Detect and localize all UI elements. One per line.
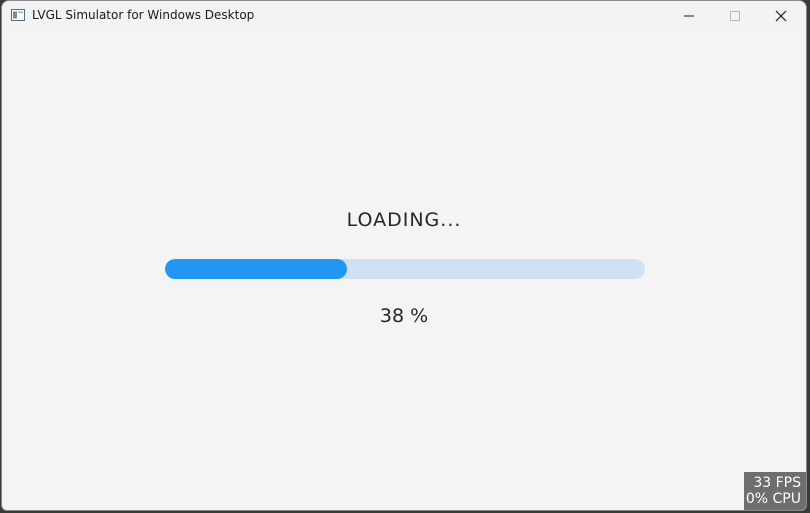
loading-heading: LOADING... bbox=[346, 209, 462, 231]
maximize-icon bbox=[730, 10, 740, 21]
close-icon bbox=[775, 10, 787, 21]
title-bar[interactable]: LVGL Simulator for Windows Desktop bbox=[2, 1, 806, 30]
progress-bar bbox=[165, 259, 645, 279]
progress-bar-fill bbox=[165, 259, 347, 279]
app-window-icon bbox=[11, 9, 25, 21]
lvgl-screen: LOADING... 38 % 33 FPS 0% CPU bbox=[2, 30, 806, 510]
maximize-button[interactable] bbox=[712, 1, 758, 30]
simulator-window: LVGL Simulator for Windows Desktop LOADI… bbox=[1, 0, 807, 511]
cpu-readout: 0% CPU bbox=[745, 491, 801, 507]
close-button[interactable] bbox=[758, 1, 804, 30]
minimize-button[interactable] bbox=[666, 1, 712, 30]
progress-percent: 38 % bbox=[379, 305, 429, 327]
minimize-icon bbox=[684, 15, 694, 16]
window-title: LVGL Simulator for Windows Desktop bbox=[32, 8, 255, 22]
fps-readout: 33 FPS bbox=[753, 475, 801, 491]
performance-monitor: 33 FPS 0% CPU bbox=[744, 472, 806, 510]
